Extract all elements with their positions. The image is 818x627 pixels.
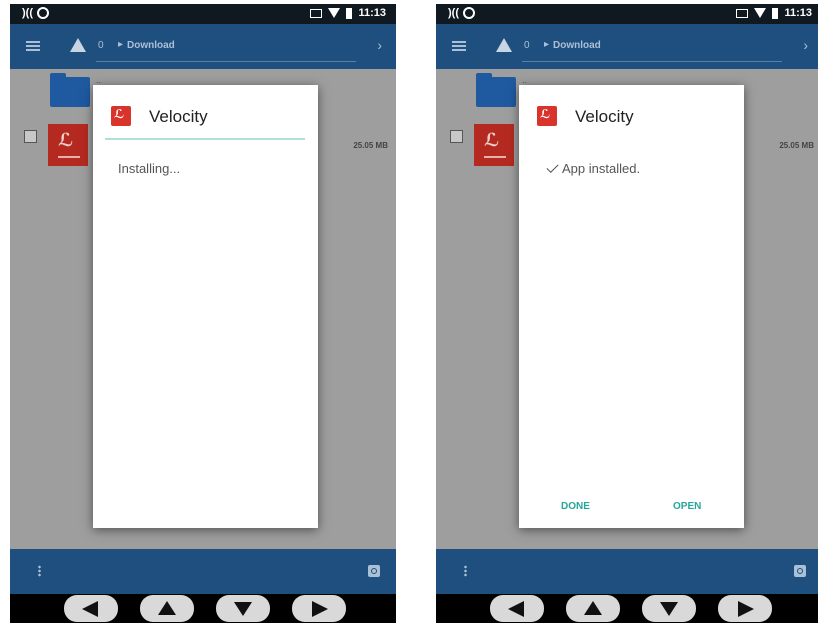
file-size: 25.05 MB [779, 141, 814, 150]
dialog-status: Installing... [118, 161, 181, 176]
dialog-status-text: App installed. [562, 161, 641, 176]
search-icon[interactable] [368, 565, 380, 577]
breadcrumb-index[interactable]: 0 [98, 40, 104, 51]
nfc-icon: )(( [448, 7, 475, 20]
cast-icon [310, 8, 323, 18]
sync-icon [463, 7, 475, 20]
install-dialog: ℒ Velocity Installing... [93, 85, 318, 528]
velocity-apk-icon[interactable]: ℒ [48, 124, 88, 166]
more-vert-icon[interactable] [464, 565, 467, 577]
chevron-right-icon[interactable]: › [803, 37, 808, 53]
velocity-app-icon: ℒ [537, 106, 557, 126]
open-button[interactable]: OPEN [673, 501, 701, 512]
nfc-icon: )(( [22, 7, 49, 20]
up-arrow-key[interactable] [140, 595, 194, 622]
breadcrumb-folder[interactable]: Download [553, 40, 601, 51]
file-checkbox[interactable] [450, 130, 463, 143]
breadcrumb-arrow-icon: ▸ [118, 39, 124, 50]
checkmark-icon [546, 160, 559, 174]
dialog-status: App installed. [544, 160, 641, 176]
folder-icon[interactable] [50, 73, 90, 107]
parent-dir-label[interactable]: .. [522, 75, 527, 85]
status-bar: )(( 11:13 [436, 4, 818, 24]
status-icons: 11:13 [736, 7, 812, 19]
left-device: )(( 11:13 0 ▸ Download › .. ℒ 25.05 MB ℒ… [10, 4, 396, 623]
wifi-icon [328, 8, 341, 18]
dialog-title: Velocity [575, 107, 634, 126]
battery-icon [772, 7, 779, 19]
left-arrow-key[interactable] [490, 595, 544, 622]
installed-dialog: ℒ Velocity App installed. DONE OPEN [519, 85, 744, 528]
warning-icon[interactable] [70, 38, 86, 52]
warning-icon[interactable] [496, 38, 512, 52]
more-vert-icon[interactable] [38, 565, 41, 577]
app-toolbar: 0 ▸ Download › [10, 24, 396, 69]
up-arrow-key[interactable] [566, 595, 620, 622]
down-arrow-key[interactable] [216, 595, 270, 622]
breadcrumb-index[interactable]: 0 [524, 40, 530, 51]
file-size: 25.05 MB [353, 141, 388, 150]
chevron-right-icon[interactable]: › [377, 37, 382, 53]
folder-icon[interactable] [476, 73, 516, 107]
parent-dir-label[interactable]: .. [96, 75, 101, 85]
battery-icon [346, 7, 353, 19]
right-arrow-key[interactable] [718, 595, 772, 622]
breadcrumb-underline [96, 61, 356, 62]
down-arrow-key[interactable] [642, 595, 696, 622]
device-screen: )(( 11:13 0 ▸ Download › .. ℒ 25.05 MB ℒ… [436, 4, 818, 594]
cast-icon [736, 8, 749, 18]
breadcrumb-arrow-icon: ▸ [544, 39, 550, 50]
velocity-app-icon: ℒ [111, 106, 131, 126]
bottom-toolbar [10, 549, 396, 594]
search-icon[interactable] [794, 565, 806, 577]
device-screen: )(( 11:13 0 ▸ Download › .. ℒ 25.05 MB ℒ… [10, 4, 396, 594]
hardware-nav-keys [436, 594, 818, 623]
status-icons: 11:13 [310, 7, 386, 19]
velocity-apk-icon[interactable]: ℒ [474, 124, 514, 166]
hardware-nav-keys [10, 594, 396, 623]
menu-icon[interactable] [26, 41, 40, 51]
clock: 11:13 [784, 7, 812, 19]
breadcrumb-underline [522, 61, 782, 62]
done-button[interactable]: DONE [561, 501, 590, 512]
right-arrow-key[interactable] [292, 595, 346, 622]
menu-icon[interactable] [452, 41, 466, 51]
wifi-icon [754, 8, 767, 18]
file-checkbox[interactable] [24, 130, 37, 143]
bottom-toolbar [436, 549, 818, 594]
status-bar: )(( 11:13 [10, 4, 396, 24]
sync-icon [37, 7, 49, 20]
right-device: )(( 11:13 0 ▸ Download › .. ℒ 25.05 MB ℒ… [436, 4, 818, 623]
dialog-title: Velocity [149, 107, 208, 126]
install-progress-bar [105, 138, 305, 140]
breadcrumb-folder[interactable]: Download [127, 40, 175, 51]
left-arrow-key[interactable] [64, 595, 118, 622]
clock: 11:13 [358, 7, 386, 19]
app-toolbar: 0 ▸ Download › [436, 24, 818, 69]
